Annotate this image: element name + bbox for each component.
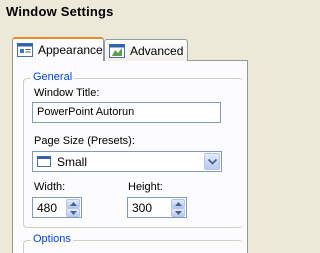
- tab-advanced-label: Advanced: [130, 43, 184, 58]
- width-increment-button[interactable]: [66, 199, 80, 208]
- window-title-label: Window Title:: [34, 87, 100, 99]
- width-decrement-button[interactable]: [66, 208, 80, 217]
- page-size-select[interactable]: Small: [32, 151, 222, 172]
- window-settings-dialog: Window Settings Appearance Advanced Gene…: [0, 0, 248, 253]
- width-spinner[interactable]: 480: [32, 197, 82, 218]
- window-preset-icon: [37, 156, 51, 167]
- arrow-down-icon: [70, 211, 77, 215]
- general-group-legend: General: [31, 71, 75, 83]
- tab-advanced[interactable]: Advanced: [104, 39, 188, 61]
- page-size-dropdown-button[interactable]: [204, 153, 220, 170]
- page-size-value: Small: [57, 154, 88, 169]
- width-value: 480: [37, 201, 58, 215]
- tab-appearance[interactable]: Appearance: [12, 37, 104, 61]
- arrow-down-icon: [175, 211, 182, 215]
- appearance-tab-icon: [17, 43, 33, 57]
- tab-appearance-label: Appearance: [38, 43, 103, 57]
- page-size-label: Page Size (Presets):: [34, 135, 135, 147]
- arrow-up-icon: [70, 202, 77, 206]
- window-title-input[interactable]: PowerPoint Autorun: [32, 102, 221, 123]
- advanced-tab-icon: [109, 43, 125, 58]
- height-increment-button[interactable]: [171, 199, 185, 208]
- options-group-legend: Options: [31, 233, 73, 245]
- height-spinner[interactable]: 300: [127, 197, 187, 218]
- height-value: 300: [132, 201, 153, 215]
- width-label: Width:: [34, 181, 66, 193]
- height-label: Height:: [128, 181, 163, 193]
- dialog-title: Window Settings: [6, 4, 114, 19]
- height-decrement-button[interactable]: [171, 208, 185, 217]
- arrow-up-icon: [175, 202, 182, 206]
- chevron-down-icon: [208, 159, 217, 165]
